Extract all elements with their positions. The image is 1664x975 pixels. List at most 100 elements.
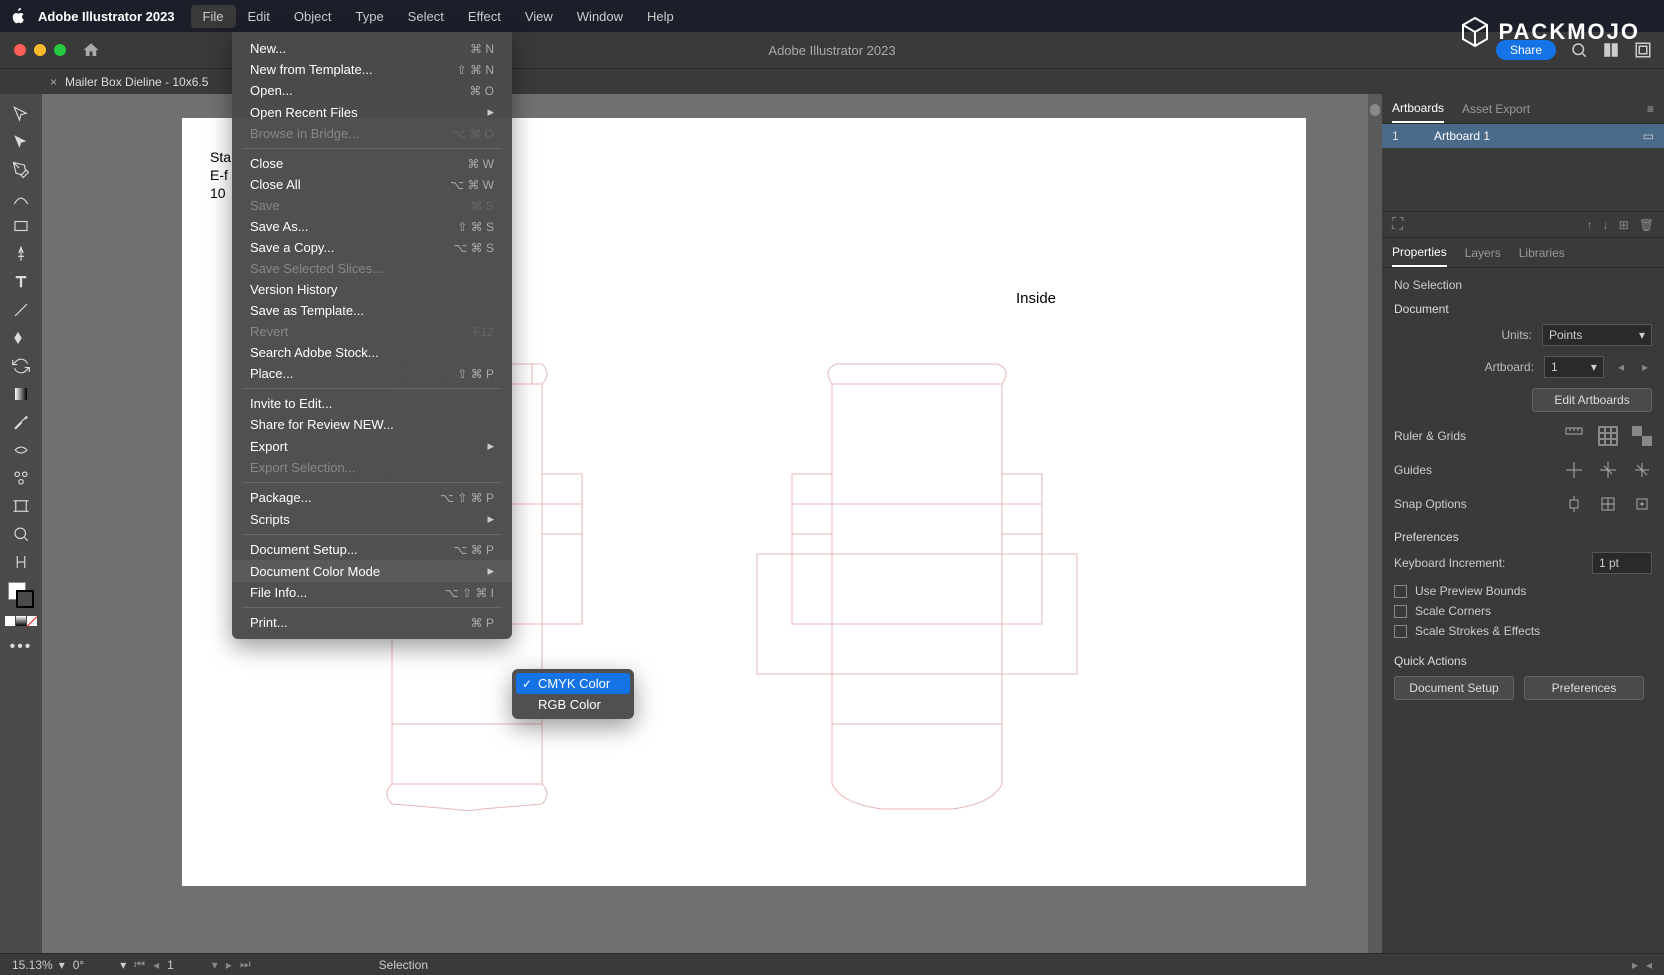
eyedropper-tool[interactable]	[7, 410, 35, 434]
menu-window[interactable]: Window	[565, 5, 635, 28]
grid-icon[interactable]	[1598, 426, 1618, 446]
pen-tool[interactable]	[7, 158, 35, 182]
dropdown-item-export[interactable]: Export▸	[232, 435, 512, 457]
artboard-nav-number[interactable]: 1	[167, 958, 174, 972]
dropdown-item-scripts[interactable]: Scripts▸	[232, 508, 512, 530]
zoom-tool[interactable]	[7, 522, 35, 546]
gradient-tool[interactable]	[7, 382, 35, 406]
move-down-icon[interactable]: ↓	[1603, 218, 1609, 232]
dropdown-item-search-adobe-stock[interactable]: Search Adobe Stock...	[232, 342, 512, 363]
dropdown-item-open-recent-files[interactable]: Open Recent Files▸	[232, 101, 512, 123]
symbol-tool[interactable]	[7, 466, 35, 490]
rotate-tool[interactable]	[7, 354, 35, 378]
dropdown-item-version-history[interactable]: Version History	[232, 279, 512, 300]
rearrange-icon[interactable]: ⛶	[1392, 216, 1403, 234]
guides-show-icon[interactable]	[1564, 460, 1584, 480]
dropdown-item-new-from-template[interactable]: New from Template...⇧ ⌘ N	[232, 59, 512, 80]
nav-prev-icon[interactable]: ◂	[153, 958, 159, 972]
status-arrow-right-icon[interactable]: ▸	[1632, 958, 1638, 972]
keyboard-increment-input[interactable]	[1592, 552, 1652, 574]
zoom-level[interactable]: 15.13%	[12, 958, 53, 972]
move-up-icon[interactable]: ↑	[1587, 218, 1593, 232]
scrollbar-vertical[interactable]	[1368, 94, 1382, 953]
transparency-grid-icon[interactable]	[1632, 426, 1652, 446]
artboard-row[interactable]: 1 Artboard 1 ▭	[1382, 124, 1664, 148]
close-window-button[interactable]	[14, 44, 26, 56]
submenu-item-cmyk-color[interactable]: ✓CMYK Color	[516, 673, 630, 694]
tab-label[interactable]: Mailer Box Dieline - 10x6.5	[65, 75, 208, 89]
direct-selection-tool[interactable]	[7, 130, 35, 154]
home-icon[interactable]	[82, 41, 100, 59]
artboard-tool[interactable]	[7, 494, 35, 518]
scale-corners-checkbox[interactable]: Scale Corners	[1394, 604, 1652, 618]
shape-builder-tool[interactable]	[7, 326, 35, 350]
zoom-chevron-icon[interactable]: ▾	[59, 958, 65, 972]
ruler-icon[interactable]	[1564, 426, 1584, 446]
use-preview-bounds-checkbox[interactable]: Use Preview Bounds	[1394, 584, 1652, 598]
dropdown-item-open[interactable]: Open...⌘ O	[232, 80, 512, 101]
scale-strokes-checkbox[interactable]: Scale Strokes & Effects	[1394, 624, 1652, 638]
artboard-select[interactable]: 1▾	[1544, 356, 1604, 378]
next-artboard-icon[interactable]: ▸	[1638, 360, 1652, 374]
artboard-nav-chevron-icon[interactable]: ▾	[212, 958, 218, 972]
artboard-orientation-icon[interactable]: ▭	[1643, 129, 1654, 143]
nav-next-icon[interactable]: ▸	[226, 958, 232, 972]
dropdown-item-new[interactable]: New...⌘ N	[232, 38, 512, 59]
guides-lock-icon[interactable]	[1598, 460, 1618, 480]
swap-tool[interactable]	[7, 550, 35, 574]
snap-point-icon[interactable]	[1564, 494, 1584, 514]
rotation-angle[interactable]: 0°	[73, 958, 84, 972]
dropdown-item-package[interactable]: Package...⌥ ⇧ ⌘ P	[232, 487, 512, 508]
tab-artboards[interactable]: Artboards	[1392, 95, 1444, 123]
type-tool[interactable]	[7, 270, 35, 294]
tab-libraries[interactable]: Libraries	[1519, 240, 1565, 266]
snap-grid-icon[interactable]	[1598, 494, 1618, 514]
minimize-window-button[interactable]	[34, 44, 46, 56]
menu-select[interactable]: Select	[396, 5, 456, 28]
menu-help[interactable]: Help	[635, 5, 686, 28]
angle-chevron-icon[interactable]: ▾	[120, 958, 126, 972]
color-mode-row[interactable]	[5, 616, 37, 626]
dropdown-item-save-as[interactable]: Save As...⇧ ⌘ S	[232, 216, 512, 237]
selection-tool[interactable]	[7, 102, 35, 126]
new-artboard-icon[interactable]: ⊞	[1619, 218, 1629, 232]
panel-menu-icon[interactable]: ≡	[1647, 102, 1654, 116]
document-setup-button[interactable]: Document Setup	[1394, 676, 1514, 700]
dropdown-item-print[interactable]: Print...⌘ P	[232, 612, 512, 633]
dropdown-item-file-info[interactable]: File Info...⌥ ⇧ ⌘ I	[232, 582, 512, 603]
menu-type[interactable]: Type	[343, 5, 395, 28]
dropdown-item-save-a-copy[interactable]: Save a Copy...⌥ ⌘ S	[232, 237, 512, 258]
dropdown-item-close[interactable]: Close⌘ W	[232, 153, 512, 174]
units-select[interactable]: Points▾	[1542, 324, 1652, 346]
menu-view[interactable]: View	[513, 5, 565, 28]
maximize-window-button[interactable]	[54, 44, 66, 56]
smart-guides-icon[interactable]	[1632, 460, 1652, 480]
dropdown-item-save-as-template[interactable]: Save as Template...	[232, 300, 512, 321]
status-arrow-left-icon[interactable]: ◂	[1646, 958, 1652, 972]
snap-pixel-icon[interactable]	[1632, 494, 1652, 514]
tab-close-icon[interactable]: ×	[50, 75, 57, 89]
menu-effect[interactable]: Effect	[456, 5, 513, 28]
preferences-button[interactable]: Preferences	[1524, 676, 1644, 700]
menu-edit[interactable]: Edit	[236, 5, 282, 28]
delete-artboard-icon[interactable]: 🗑	[1639, 218, 1654, 232]
dropdown-item-close-all[interactable]: Close All⌥ ⌘ W	[232, 174, 512, 195]
nav-first-icon[interactable]: ⏮	[134, 957, 145, 972]
nav-last-icon[interactable]: ⏭	[240, 957, 251, 972]
submenu-item-rgb-color[interactable]: RGB Color	[512, 694, 634, 715]
dropdown-item-share-for-review-new[interactable]: Share for Review NEW...	[232, 414, 512, 435]
menu-object[interactable]: Object	[282, 5, 344, 28]
dropdown-item-place[interactable]: Place...⇧ ⌘ P	[232, 363, 512, 384]
dropdown-item-document-color-mode[interactable]: Document Color Mode▸	[232, 560, 512, 582]
more-tools-icon[interactable]: •••	[10, 638, 33, 656]
dropdown-item-document-setup[interactable]: Document Setup...⌥ ⌘ P	[232, 539, 512, 560]
edit-artboards-button[interactable]: Edit Artboards	[1532, 388, 1652, 412]
line-tool[interactable]	[7, 298, 35, 322]
tab-asset-export[interactable]: Asset Export	[1462, 96, 1530, 122]
fill-stroke-indicator[interactable]	[8, 582, 34, 608]
menu-file[interactable]: File	[191, 5, 236, 28]
curvature-tool[interactable]	[7, 186, 35, 210]
brush-tool[interactable]	[7, 242, 35, 266]
dropdown-item-invite-to-edit[interactable]: Invite to Edit...	[232, 393, 512, 414]
prev-artboard-icon[interactable]: ◂	[1614, 360, 1628, 374]
